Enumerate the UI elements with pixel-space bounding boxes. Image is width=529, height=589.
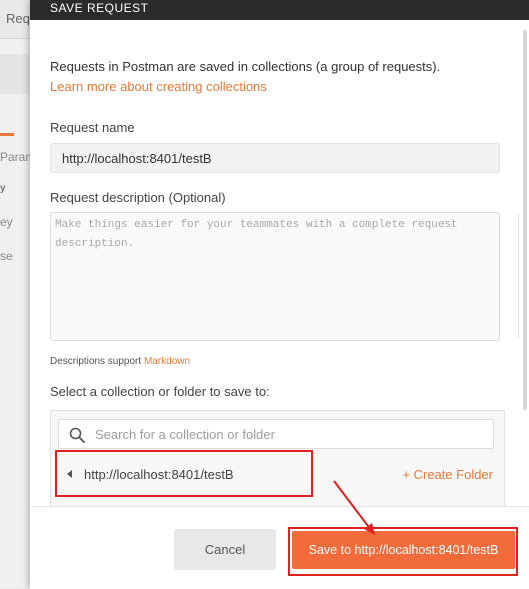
dialog-title: SAVE REQUEST — [50, 1, 149, 15]
learn-more-link[interactable]: Learn more about creating collections — [50, 79, 267, 94]
bg-row-1: y — [0, 183, 6, 194]
bg-row-2: ey — [0, 215, 13, 229]
description-label: Request description (Optional) — [50, 190, 226, 205]
active-tab-indicator — [0, 133, 14, 136]
intro-text: Requests in Postman are saved in collect… — [50, 59, 441, 74]
save-button[interactable]: Save to http://localhost:8401/testB — [292, 531, 515, 569]
url-bar — [0, 54, 30, 94]
dialog-footer: Cancel Save to http://localhost:8401/tes… — [30, 506, 529, 589]
caret-left-icon[interactable] — [67, 470, 72, 478]
request-tab[interactable]: Req — [0, 0, 30, 39]
request-name-input[interactable] — [50, 143, 500, 173]
collection-list-item[interactable]: http://localhost:8401/testB + Create Fol… — [57, 451, 498, 497]
dialog-scrollbar[interactable] — [523, 30, 527, 410]
support-text: Descriptions support — [50, 356, 144, 367]
description-support-note: Descriptions support Markdown — [50, 356, 190, 367]
collection-item-name: http://localhost:8401/testB — [84, 467, 234, 482]
markdown-link[interactable]: Markdown — [144, 356, 190, 367]
bg-row-3: se — [0, 249, 13, 263]
search-icon — [69, 427, 85, 443]
cancel-button[interactable]: Cancel — [174, 529, 276, 570]
collection-search-box[interactable] — [58, 419, 494, 449]
collection-select-label: Select a collection or folder to save to… — [50, 384, 270, 399]
dialog-header: SAVE REQUEST — [30, 0, 529, 20]
request-tab-label: Req — [6, 11, 30, 26]
request-name-label: Request name — [50, 120, 135, 135]
description-scrollbar — [518, 214, 519, 338]
collection-picker: http://localhost:8401/testB + Create Fol… — [50, 410, 505, 506]
create-folder-button[interactable]: + Create Folder — [402, 467, 493, 482]
description-textarea[interactable] — [50, 212, 500, 341]
collection-search-input[interactable] — [95, 420, 485, 448]
save-request-dialog: SAVE REQUEST Requests in Postman are sav… — [30, 0, 529, 589]
